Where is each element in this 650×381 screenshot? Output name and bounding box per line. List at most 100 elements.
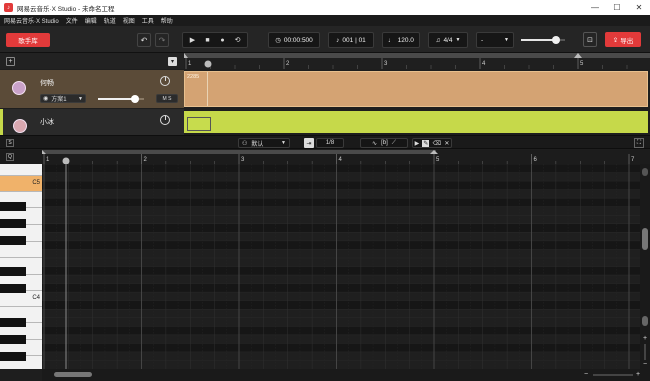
track-name[interactable]: 何畅 xyxy=(40,78,54,88)
horizontal-scrollbar[interactable]: − + xyxy=(42,369,650,381)
zoom-in-icon[interactable]: + xyxy=(640,334,650,342)
piano-key-black[interactable] xyxy=(0,335,26,344)
note-rows xyxy=(42,164,640,369)
quantize-select[interactable]: 1/8 xyxy=(316,138,344,148)
pencil-tool-icon[interactable]: ✎ xyxy=(422,139,430,147)
note-row xyxy=(42,351,640,361)
piano-key-white[interactable] xyxy=(0,164,42,176)
play-icon[interactable]: ▶ xyxy=(185,36,200,44)
voice-scheme-select[interactable]: ◉ 方案1 ▼ xyxy=(40,94,86,103)
track-list-header: + ▾ xyxy=(0,53,184,69)
pan-knob[interactable] xyxy=(160,115,170,125)
bar-label: 1 xyxy=(46,157,50,163)
note-row xyxy=(42,300,640,310)
track-volume-slider[interactable] xyxy=(98,95,144,103)
menu-app[interactable]: 网易云音乐·X Studio xyxy=(4,16,59,25)
menu-tools[interactable]: 工具 xyxy=(142,16,154,25)
time-value: 00:00:500 xyxy=(283,36,313,44)
curve-icon[interactable]: ⟋ xyxy=(392,140,396,147)
track-row[interactable]: 小冰 xyxy=(0,109,184,135)
export-icon: ⇪ xyxy=(612,36,619,44)
bar-label: 3 xyxy=(384,61,388,67)
piano-key-c4[interactable]: C4 xyxy=(0,291,42,307)
fit-view-icon[interactable]: ⛶ xyxy=(634,138,644,148)
pitch-tools[interactable]: ∿ [b] ⟋ xyxy=(360,138,408,148)
singer-library-button[interactable]: 歌手库 xyxy=(6,33,50,47)
close-button[interactable]: ✕ xyxy=(628,0,650,15)
h-zoom-in-icon[interactable]: + xyxy=(634,370,642,378)
track-timeline-ruler[interactable]: 1 2 3 4 5 xyxy=(184,53,650,69)
note-row xyxy=(42,326,640,335)
track-clip[interactable]: 2285 xyxy=(184,71,648,107)
piano-roll-ruler[interactable]: 1 2 3 4 5 6 7 xyxy=(42,150,650,164)
piano-key-black[interactable] xyxy=(0,236,26,245)
menu-edit[interactable]: 编辑 xyxy=(85,16,97,25)
horizontal-zoom-slider[interactable] xyxy=(593,374,633,376)
time-signature-select[interactable]: ♫ 4/4 ▼ xyxy=(428,32,468,48)
master-volume-handle[interactable] xyxy=(552,36,561,44)
menu-track[interactable]: 轨道 xyxy=(104,16,116,25)
vertical-scrollbar[interactable]: + − xyxy=(640,164,650,369)
track-settings-icon[interactable]: ▾ xyxy=(168,57,177,66)
clip-selection[interactable] xyxy=(187,117,211,131)
main-toolbar: 歌手库 ↶ ↷ ▶ ■ ● ⟲ ◷ 00:00:500 ♪ 001 | 01 ♩… xyxy=(0,26,650,53)
singer-avatar[interactable] xyxy=(13,119,27,133)
cut-tool-icon[interactable]: ✕ xyxy=(444,140,449,147)
vertical-zoom-slider[interactable] xyxy=(644,344,646,360)
select-tool-icon[interactable]: ▶ xyxy=(415,140,420,147)
playhead-handle[interactable] xyxy=(204,60,212,68)
undo-icon[interactable]: ↶ xyxy=(137,33,151,47)
menu-help[interactable]: 帮助 xyxy=(161,16,173,25)
key-value: - xyxy=(481,36,484,44)
zoom-out-icon[interactable]: − xyxy=(640,360,650,368)
master-volume-fill xyxy=(521,39,557,41)
panel-toggle-icon[interactable]: ⊡ xyxy=(583,32,597,47)
stop-icon[interactable]: ■ xyxy=(200,37,215,44)
plus-icon[interactable]: + xyxy=(6,57,15,66)
pan-knob[interactable] xyxy=(160,76,170,86)
track-row[interactable]: 何畅 ◉ 方案1 ▼ M S xyxy=(0,70,184,108)
mode-select[interactable]: ⚇ 默认 ▼ xyxy=(238,138,290,148)
track-clip[interactable] xyxy=(184,111,648,133)
piano-key-black[interactable] xyxy=(0,219,26,228)
piano-key-c5[interactable]: C5 xyxy=(0,176,42,192)
record-icon[interactable]: ● xyxy=(215,37,230,44)
vertical-scroll-thumb-lower[interactable] xyxy=(642,316,648,326)
export-button[interactable]: ⇪ 导出 xyxy=(605,32,641,47)
vibrato-icon[interactable]: ∿ xyxy=(372,140,377,147)
minimize-button[interactable]: — xyxy=(584,0,606,15)
track-volume-handle[interactable] xyxy=(130,95,139,103)
track-volume-fill xyxy=(98,98,135,100)
track-name[interactable]: 小冰 xyxy=(40,117,54,127)
eraser-tool-icon[interactable]: ⌫ xyxy=(433,140,441,147)
tempo-display[interactable]: ♩ 120.0 xyxy=(382,32,420,48)
master-volume-slider[interactable] xyxy=(521,36,565,44)
redo-icon[interactable]: ↷ xyxy=(155,33,169,47)
bar-icon[interactable]: [b] xyxy=(381,140,388,146)
mute-solo-buttons[interactable]: M S xyxy=(156,94,178,103)
loop-range-bar[interactable] xyxy=(42,150,436,154)
piano-key-black[interactable] xyxy=(0,352,26,361)
note-row xyxy=(42,249,640,258)
piano-key-black[interactable] xyxy=(0,202,26,211)
menu-view[interactable]: 视图 xyxy=(123,16,135,25)
snap-icon[interactable]: S xyxy=(6,139,14,147)
horizontal-scroll-thumb[interactable] xyxy=(54,372,92,377)
zoom-icon[interactable]: Q xyxy=(6,153,14,161)
piano-key-black[interactable] xyxy=(0,284,26,293)
scroll-up-button[interactable] xyxy=(642,168,648,176)
vertical-scroll-thumb[interactable] xyxy=(642,228,648,250)
piano-key-black[interactable] xyxy=(0,267,26,276)
loop-icon[interactable]: ⟲ xyxy=(230,36,245,44)
h-zoom-out-icon[interactable]: − xyxy=(582,370,590,378)
quantize-icon[interactable]: ⇥ xyxy=(304,138,314,148)
piano-roll-grid[interactable] xyxy=(42,164,640,369)
singer-avatar[interactable] xyxy=(12,81,26,95)
key-select[interactable]: - ▼ xyxy=(476,32,514,48)
piano-key-black[interactable] xyxy=(0,318,26,327)
menu-file[interactable]: 文件 xyxy=(66,16,78,25)
editor-toolbar: S ⚇ 默认 ▼ ⇥ 1/8 ∿ [b] ⟋ ▶ ✎ ⌫ ✕ ⛶ xyxy=(0,135,650,149)
clip-label: 2285 xyxy=(187,74,200,80)
maximize-button[interactable]: ☐ xyxy=(606,0,628,15)
note-row xyxy=(42,181,640,190)
